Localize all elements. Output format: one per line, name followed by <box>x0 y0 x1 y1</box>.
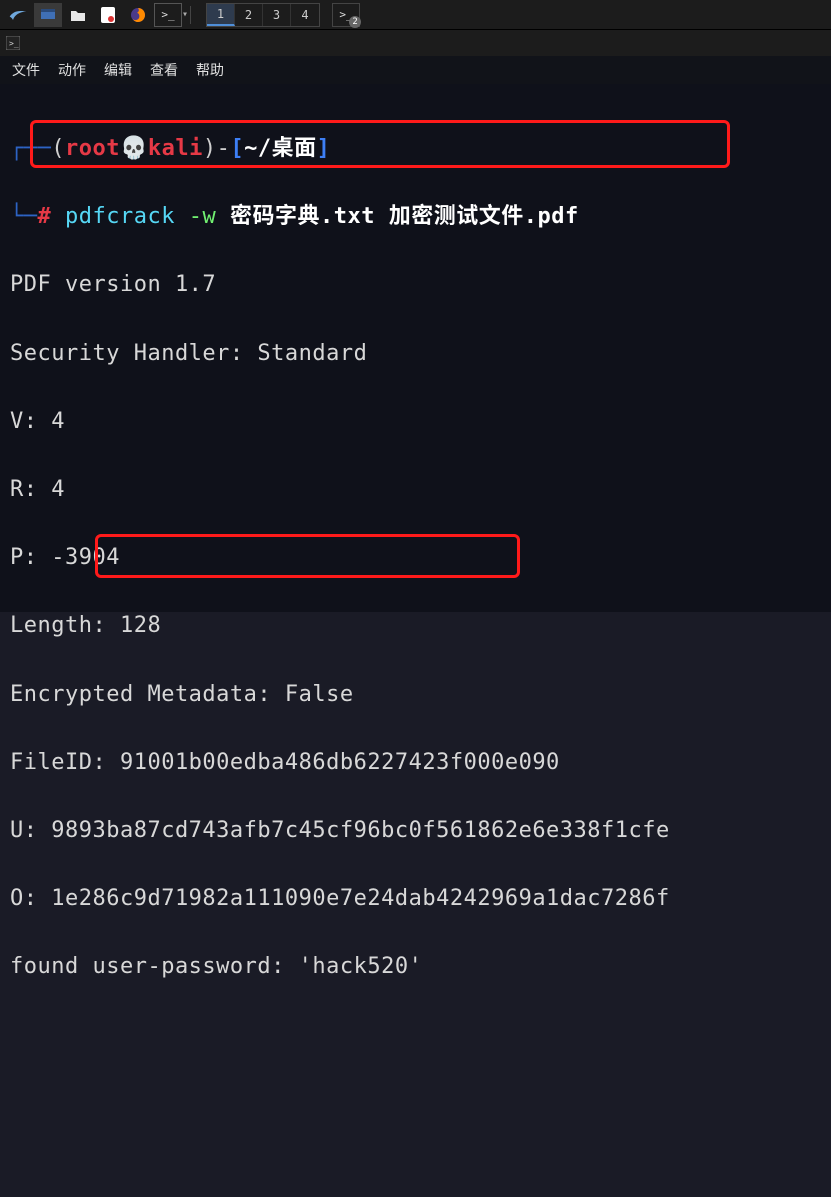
command-arg-1: 密码字典.txt <box>230 204 375 229</box>
output-line: P: -3904 <box>10 541 823 575</box>
menu-view[interactable]: 查看 <box>150 60 178 80</box>
prompt-lparen: ( <box>51 136 65 161</box>
menu-help[interactable]: 帮助 <box>196 60 224 80</box>
separator <box>190 6 198 24</box>
output-line: PDF version 1.7 <box>10 268 823 302</box>
document-icon <box>101 7 115 23</box>
skull-icon: 💀 <box>120 136 148 161</box>
kali-logo-icon <box>8 5 28 25</box>
menubar: 文件 动作 编辑 查看 帮助 <box>0 56 831 84</box>
command-name: pdfcrack <box>65 204 175 229</box>
text-editor-button[interactable] <box>94 3 122 27</box>
desktop-icon <box>40 8 56 22</box>
window-count-badge: 2 <box>349 16 361 28</box>
taskbar: >_ ▾ 1 2 3 4 >_ 2 <box>0 0 831 30</box>
prompt-line-1: ┌──(root💀kali)-[~/桌面] <box>10 132 823 166</box>
workspace-2[interactable]: 2 <box>235 4 263 26</box>
output-line: R: 4 <box>10 473 823 507</box>
firefox-button[interactable] <box>124 3 152 27</box>
output-line: U: 9893ba87cd743afb7c45cf96bc0f561862e6e… <box>10 814 823 848</box>
workspace-4[interactable]: 4 <box>291 4 319 26</box>
menu-file[interactable]: 文件 <box>12 60 40 80</box>
window-terminal-icon: >_ <box>6 36 20 50</box>
terminal-window: >_ 文件 动作 编辑 查看 帮助 ┌──(root💀kali)-[~/桌面] … <box>0 30 831 612</box>
output-line: O: 1e286c9d71982a111090e7e24dab4242969a1… <box>10 882 823 916</box>
terminal-launcher-chevron-icon[interactable]: ▾ <box>182 9 188 20</box>
prompt-host: kali <box>148 136 203 161</box>
prompt-corner: ┌── <box>10 136 51 161</box>
folder-icon <box>70 8 86 22</box>
terminal-launcher-button[interactable]: >_ <box>154 3 182 27</box>
prompt-hash: # <box>38 204 52 229</box>
output-line: Encrypted Metadata: False <box>10 678 823 712</box>
output-line: V: 4 <box>10 405 823 439</box>
terminal-icon: >_ <box>161 8 174 21</box>
tasklist-terminal-button[interactable]: >_ 2 <box>332 3 360 27</box>
file-manager-button[interactable] <box>64 3 92 27</box>
command-arg-2: 加密测试文件.pdf <box>389 204 579 229</box>
svg-text:>_: >_ <box>9 39 19 48</box>
window-titlebar[interactable]: >_ <box>0 30 831 56</box>
prompt-rparen: ) <box>203 136 217 161</box>
command-flag: -w <box>189 204 217 229</box>
prompt-lbrack: [ <box>230 136 244 161</box>
firefox-icon <box>130 7 146 23</box>
show-desktop-button[interactable] <box>34 3 62 27</box>
kali-menu-button[interactable] <box>4 3 32 27</box>
prompt-dash: - <box>217 136 231 161</box>
workspace-switcher: 1 2 3 4 <box>206 3 320 27</box>
output-line: Security Handler: Standard <box>10 337 823 371</box>
terminal-body[interactable]: ┌──(root💀kali)-[~/桌面] └─# pdfcrack -w 密码… <box>0 84 831 1197</box>
output-line: Length: 128 <box>10 609 823 643</box>
prompt-corner-bottom: └─ <box>10 204 38 229</box>
prompt-rbrack: ] <box>317 136 331 161</box>
prompt-cwd: ~/桌面 <box>244 136 317 161</box>
output-line: FileID: 91001b00edba486db6227423f000e090 <box>10 746 823 780</box>
prompt-user: root <box>65 136 120 161</box>
output-line: found user-password: 'hack520' <box>10 950 823 984</box>
prompt-line-2: └─# pdfcrack -w 密码字典.txt 加密测试文件.pdf <box>10 200 823 234</box>
menu-edit[interactable]: 编辑 <box>104 60 132 80</box>
workspace-3[interactable]: 3 <box>263 4 291 26</box>
menu-action[interactable]: 动作 <box>58 60 86 80</box>
workspace-1[interactable]: 1 <box>207 4 235 26</box>
